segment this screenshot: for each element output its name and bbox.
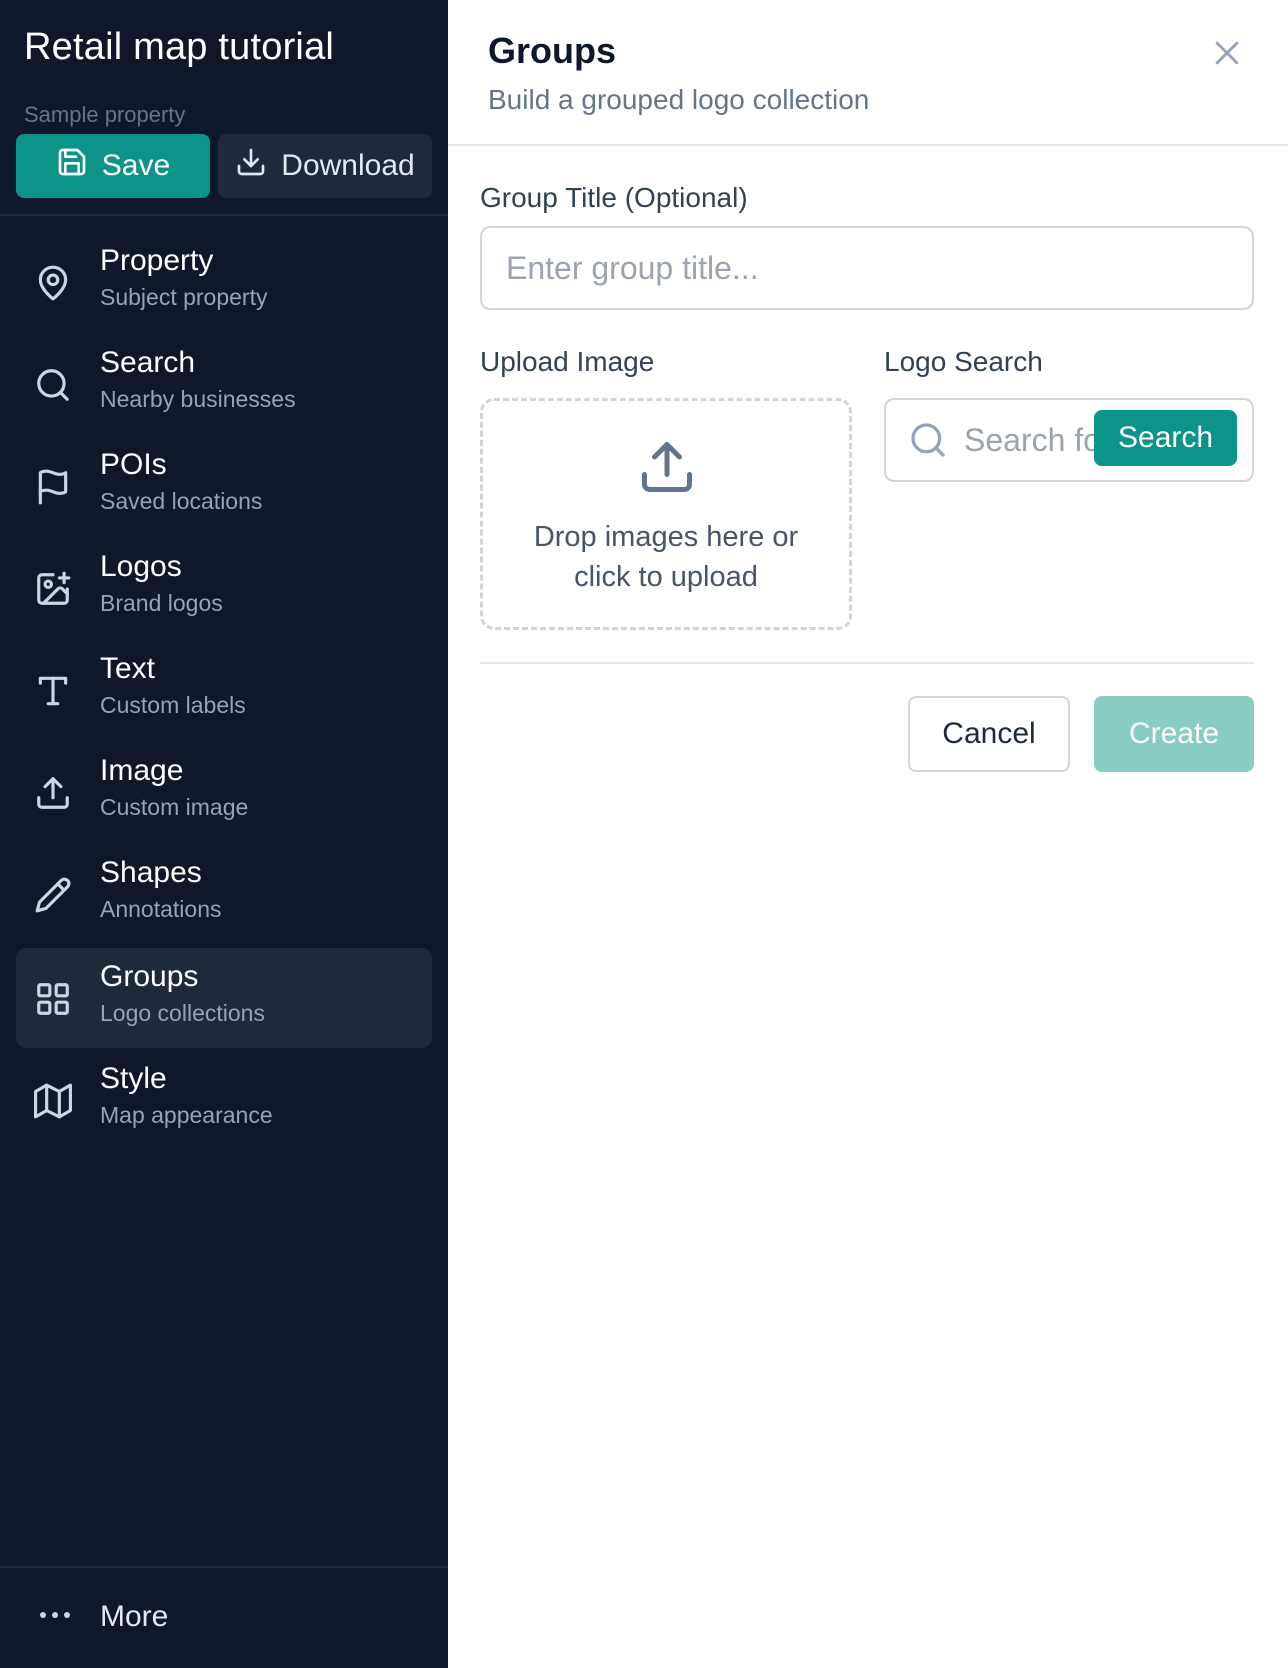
type-icon — [34, 672, 72, 710]
grid-icon — [34, 980, 72, 1018]
sidebar-item-sublabel: Saved locations — [100, 488, 263, 514]
sidebar-divider — [0, 214, 448, 216]
sidebar-item-style[interactable]: Style Map appearance — [16, 1050, 432, 1150]
download-label: Download — [281, 149, 415, 182]
sidebar-item-label: Search — [100, 346, 196, 379]
close-button[interactable] — [1210, 36, 1244, 70]
panel-title: Groups — [488, 30, 617, 71]
sidebar-item-sublabel: Annotations — [100, 896, 222, 922]
sidebar-item-label: Style — [100, 1062, 167, 1095]
image-plus-icon — [34, 570, 72, 608]
panel-subtitle: Build a grouped logo collection — [488, 84, 870, 115]
property-name: Sample property — [24, 102, 186, 127]
sidebar-item-more[interactable]: More — [16, 1580, 432, 1660]
sidebar-item-text[interactable]: Text Custom labels — [16, 640, 432, 740]
map-icon — [34, 1082, 72, 1120]
more-divider — [0, 1566, 448, 1568]
search-button[interactable]: Search — [1094, 410, 1238, 466]
sidebar-item-label: Groups — [100, 960, 199, 993]
upload-icon — [637, 437, 697, 497]
search-icon — [34, 366, 72, 404]
sidebar-item-search[interactable]: Search Nearby businesses — [16, 334, 432, 434]
sidebar-item-label: POIs — [100, 448, 167, 481]
pencil-icon — [34, 876, 72, 914]
flag-icon — [34, 468, 72, 506]
more-horizontal-icon — [38, 1606, 72, 1624]
sidebar-item-property[interactable]: Property Subject property — [16, 232, 432, 332]
upload-icon — [34, 774, 72, 812]
sidebar-item-label: Logos — [100, 550, 182, 583]
sidebar-item-sublabel: Custom image — [100, 794, 249, 820]
download-button[interactable]: Download — [218, 134, 432, 198]
logo-search-box: Search — [884, 398, 1254, 482]
cancel-button[interactable]: Cancel — [908, 696, 1070, 772]
sidebar-item-label: Property — [100, 244, 214, 277]
sidebar-item-logos[interactable]: Logos Brand logos — [16, 538, 432, 638]
sidebar-item-sublabel: Nearby businesses — [100, 386, 296, 412]
logo-search-label: Logo Search — [884, 346, 1043, 377]
image-dropzone[interactable]: Drop images here or click to upload — [480, 398, 852, 630]
sidebar-item-shapes[interactable]: Shapes Annotations — [16, 844, 432, 944]
dropzone-text: Drop images here or click to upload — [533, 521, 799, 593]
sidebar: Retail map tutorial Sample property Save… — [0, 0, 448, 1668]
create-button[interactable]: Create — [1094, 696, 1254, 772]
close-icon — [1210, 41, 1244, 74]
sidebar-item-groups[interactable]: Groups Logo collections — [16, 948, 432, 1048]
form-divider — [480, 662, 1254, 664]
sidebar-item-sublabel: Logo collections — [100, 1000, 265, 1026]
sidebar-item-image[interactable]: Image Custom image — [16, 742, 432, 842]
upload-image-label: Upload Image — [480, 346, 655, 377]
group-title-input[interactable] — [480, 226, 1254, 310]
save-button[interactable]: Save — [16, 134, 210, 198]
sidebar-item-sublabel: Custom labels — [100, 692, 246, 718]
groups-panel: Groups Build a grouped logo collection G… — [448, 0, 1288, 1668]
sidebar-item-label: Text — [100, 652, 156, 685]
save-icon — [56, 146, 88, 186]
map-pin-icon — [34, 264, 72, 302]
sidebar-item-sublabel: Map appearance — [100, 1102, 273, 1128]
sidebar-item-sublabel: Brand logos — [100, 590, 223, 616]
sidebar-item-label: Shapes — [100, 856, 202, 889]
search-icon — [908, 420, 948, 460]
header-divider — [448, 144, 1288, 146]
save-label: Save — [101, 149, 171, 182]
sidebar-item-sublabel: Subject property — [100, 284, 268, 310]
download-icon — [235, 146, 267, 186]
group-title-label: Group Title (Optional) — [480, 182, 748, 213]
sidebar-item-pois[interactable]: POIs Saved locations — [16, 436, 432, 536]
logo-search-input[interactable] — [964, 400, 1104, 480]
sidebar-item-label: Image — [100, 754, 184, 787]
more-label: More — [100, 1600, 169, 1633]
app-title: Retail map tutorial — [24, 26, 335, 68]
